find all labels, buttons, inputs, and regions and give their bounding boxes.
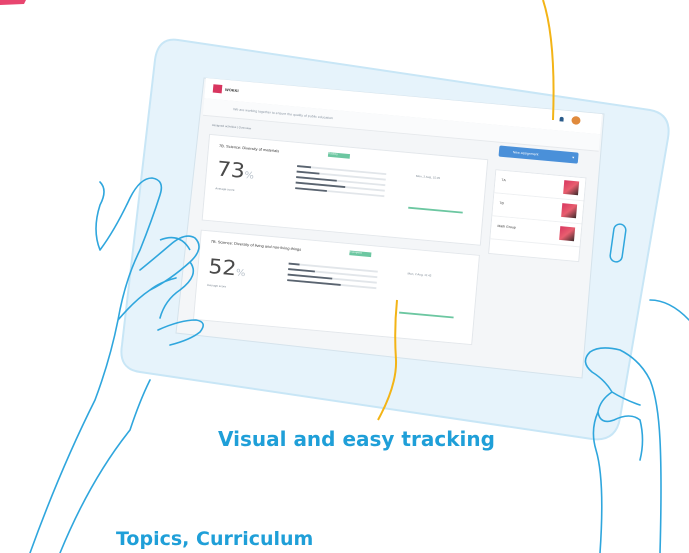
caption-visual-tracking: Visual and easy tracking <box>218 427 495 451</box>
app-logo-icon <box>212 84 223 94</box>
chevron-down-icon[interactable]: ▾ <box>572 155 574 160</box>
assignment-card-2[interactable]: 7B. Science: Diversity of living and non… <box>192 229 480 346</box>
avatar[interactable] <box>571 115 581 125</box>
group-name: 7A <box>501 178 506 183</box>
score-bar-fill <box>296 176 337 182</box>
score-bar-fill <box>287 279 341 286</box>
new-assignment-label: New assignment <box>512 150 539 157</box>
subbar-text: We are working together to ensure the qu… <box>233 107 334 121</box>
score-bar-fill <box>288 262 300 266</box>
status-badge: In progress <box>349 250 372 258</box>
group-name: Math Group <box>497 224 516 230</box>
bell-icon[interactable] <box>559 116 564 122</box>
groups-sidebar: 7A 7B Math Group <box>488 169 587 263</box>
status-badge-label: In progress <box>349 250 363 255</box>
group-thumbnail <box>561 203 578 219</box>
score-bar-fill <box>297 165 311 169</box>
score-bar-fill <box>295 187 327 192</box>
card-title: 7B. Science: Diversity of materials <box>218 143 280 154</box>
score-distribution <box>196 255 476 317</box>
group-name: 7B <box>499 201 504 206</box>
tablet-screen: WOKKI We are working together to ensure … <box>184 78 602 363</box>
group-thumbnail <box>559 226 576 242</box>
status-badge-label: Tracking <box>328 152 338 156</box>
group-thumbnail <box>563 180 580 196</box>
app-logo-text: WOKKI <box>224 87 239 94</box>
score-bar-fill <box>288 268 315 273</box>
score-bar-fill <box>287 273 333 280</box>
breadcrumb: Assigned activities | Overview <box>211 123 252 131</box>
status-badge: Tracking <box>327 152 351 159</box>
assignment-card-1[interactable]: 7B. Science: Diversity of materials Trac… <box>201 133 489 246</box>
card-title: 7B. Science: Diversity of living and non… <box>210 238 302 252</box>
caption-topics-curriculum: Topics, Curriculum <box>116 528 314 550</box>
score-bar-fill <box>296 170 320 175</box>
